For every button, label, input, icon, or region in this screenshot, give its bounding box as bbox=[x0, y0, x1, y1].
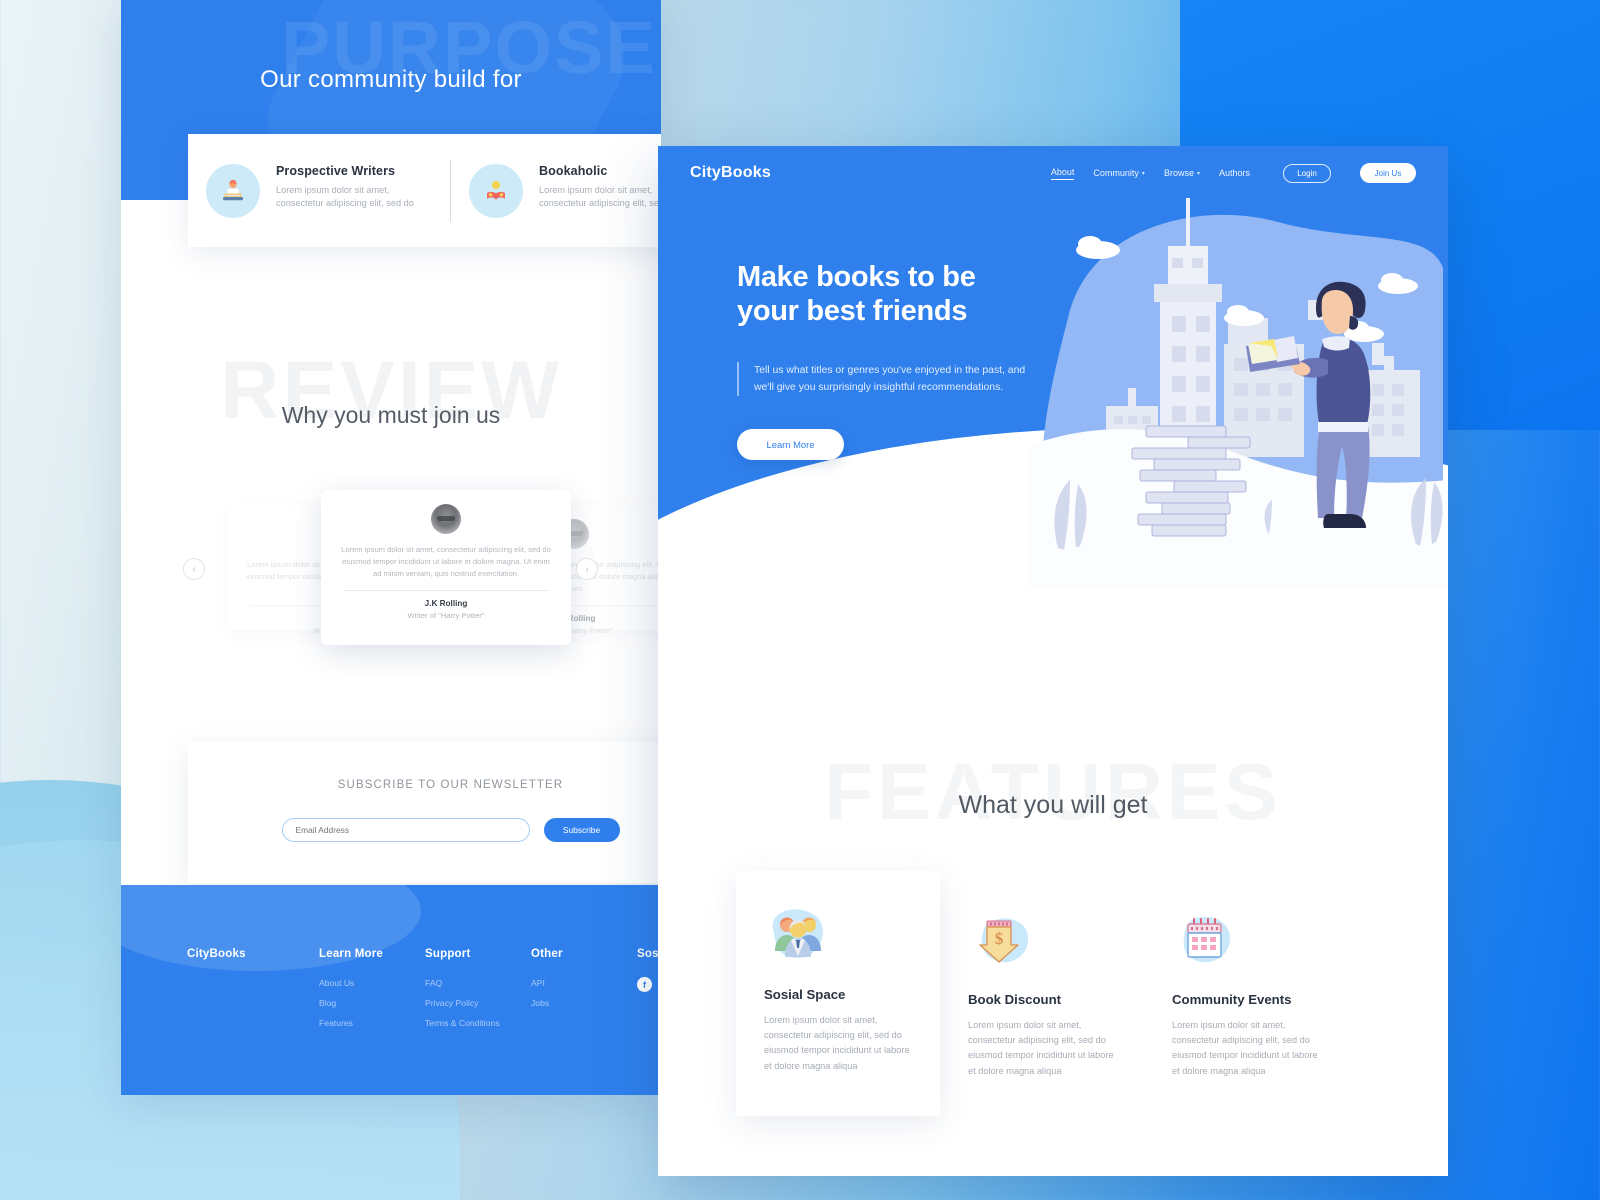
nav-item-label: About bbox=[1050, 166, 1075, 177]
logo-text[interactable]: CityBooks bbox=[690, 164, 771, 182]
hero-banner: CityBooks About Community ▾ Browse ▾ Aut… bbox=[658, 146, 1448, 706]
hero-copy: Make books to be your best friends Tell … bbox=[737, 261, 1067, 461]
learn-more-button[interactable]: Learn More bbox=[737, 429, 844, 461]
join-us-button[interactable]: Join Us bbox=[1360, 163, 1416, 183]
footer-column-heading: Learn More bbox=[319, 948, 383, 960]
features-card-list: Sosial Space Lorem ipsum dolor sit amet,… bbox=[736, 871, 1376, 1116]
feature-card-title: Community Events bbox=[1172, 992, 1292, 1007]
carousel-next-icon[interactable]: › bbox=[576, 558, 598, 580]
footer-link[interactable]: Features bbox=[319, 1018, 425, 1028]
purpose-item-desc: Lorem ipsum dolor sit amet, consectetur … bbox=[539, 184, 661, 208]
nav-item-community[interactable]: Community ▾ bbox=[1093, 168, 1145, 178]
nav-item-authors[interactable]: Authors bbox=[1219, 168, 1250, 178]
footer-link[interactable]: API bbox=[531, 978, 637, 988]
feature-card-title: Book Discount bbox=[968, 992, 1062, 1007]
man-reading-book-in-city-illustration bbox=[1028, 188, 1448, 588]
feature-card-desc: Lorem ipsum dolor sit amet, consectetur … bbox=[1172, 1020, 1318, 1076]
hero-title-line2: your best friends bbox=[737, 294, 968, 327]
footer-link[interactable]: FAQ bbox=[425, 978, 531, 988]
subscribe-button[interactable]: Subscribe bbox=[543, 818, 620, 842]
nav-item-label: Browse bbox=[1163, 168, 1194, 178]
newsletter-form: Subscribe bbox=[188, 818, 661, 842]
footer-column-other: Other API Jobs bbox=[531, 948, 637, 1028]
chevron-down-icon: ▾ bbox=[1196, 170, 1200, 177]
feature-card-desc: Lorem ipsum dolor sit amet, consectetur … bbox=[968, 1020, 1114, 1076]
purpose-item-title: Prospective Writers bbox=[276, 163, 396, 178]
divider bbox=[343, 590, 549, 592]
footer-brand-column: CityBooks bbox=[187, 948, 319, 1028]
purpose-card: Prospective Writers Lorem ipsum dolor si… bbox=[188, 134, 661, 247]
footer-link[interactable]: Terms & Conditions bbox=[425, 1018, 531, 1028]
back-page-footer: CityBooks Learn More About Us Blog Featu… bbox=[121, 885, 661, 1095]
avatar bbox=[431, 504, 461, 534]
testimonial-role: Writer of "Harry Potter" bbox=[407, 611, 485, 621]
purpose-item-writers[interactable]: Prospective Writers Lorem ipsum dolor si… bbox=[188, 163, 450, 218]
footer-column-support: Support FAQ Privacy Policy Terms & Condi… bbox=[425, 948, 531, 1028]
feature-card-book-discount[interactable]: $ Book Discount Lorem ipsum dolor sit am… bbox=[940, 876, 1144, 1116]
footer-brand: CityBooks bbox=[187, 948, 246, 960]
svg-text:$: $ bbox=[995, 929, 1004, 948]
review-heading: Why you must join us bbox=[281, 402, 501, 428]
feature-card-title: Sosial Space bbox=[764, 987, 846, 1002]
newsletter-card: SUBSCRIBE TO OUR NEWSLETTER Subscribe bbox=[188, 742, 661, 883]
feature-card-desc: Lorem ipsum dolor sit amet, consectetur … bbox=[764, 1015, 910, 1071]
nav-item-browse[interactable]: Browse ▾ bbox=[1164, 168, 1200, 178]
chevron-down-icon: ▾ bbox=[1141, 170, 1145, 177]
purpose-item-desc: Lorem ipsum dolor sit amet, consectetur … bbox=[276, 184, 414, 208]
review-section: REVIEW Why you must join us ‹ › Lorem ip… bbox=[121, 300, 661, 720]
login-button[interactable]: Login bbox=[1283, 163, 1331, 183]
footer-link[interactable]: Privacy Policy bbox=[425, 998, 531, 1008]
feature-card-social-space[interactable]: Sosial Space Lorem ipsum dolor sit amet,… bbox=[736, 871, 940, 1116]
email-input[interactable] bbox=[281, 818, 530, 842]
discount-arrow-icon: $ bbox=[968, 912, 1034, 972]
hero-title: Make books to be your best friends bbox=[737, 261, 1067, 329]
footer-column-learn-more: Learn More About Us Blog Features bbox=[319, 948, 425, 1028]
hero-title-line1: Make books to be bbox=[737, 261, 976, 293]
hero-subtitle: Tell us what titles or genres you've enj… bbox=[737, 361, 1032, 397]
reader-icon bbox=[469, 163, 523, 218]
footer-column-heading: Other bbox=[531, 948, 563, 960]
testimonial-card-active[interactable]: Lorem ipsum dolor sit amet, consectetur … bbox=[321, 490, 571, 645]
nav-item-label: Authors bbox=[1218, 168, 1250, 178]
footer-link[interactable]: About Us bbox=[319, 978, 425, 988]
nav-links: About Community ▾ Browse ▾ Authors Login… bbox=[1050, 163, 1416, 183]
footer-link[interactable]: Blog bbox=[319, 998, 425, 1008]
purpose-item-bookaholic[interactable]: Bookaholic Lorem ipsum dolor sit amet, c… bbox=[451, 163, 661, 218]
footer-link[interactable]: Jobs bbox=[531, 998, 637, 1008]
calendar-icon bbox=[1172, 912, 1238, 972]
testimonial-author: J.K Rolling bbox=[424, 599, 468, 609]
purpose-item-title: Bookaholic bbox=[539, 163, 608, 178]
back-page-screen: PURPOSE Our community build for Prospect… bbox=[121, 0, 661, 1095]
navbar: CityBooks About Community ▾ Browse ▾ Aut… bbox=[658, 146, 1448, 200]
people-group-icon bbox=[764, 907, 830, 967]
nav-item-about[interactable]: About bbox=[1050, 166, 1075, 180]
feature-card-community-events[interactable]: Community Events Lorem ipsum dolor sit a… bbox=[1144, 876, 1348, 1116]
features-heading: What you will get bbox=[958, 791, 1148, 819]
carousel-prev-icon[interactable]: ‹ bbox=[183, 558, 205, 580]
typewriter-icon bbox=[206, 163, 260, 218]
purpose-heading: Our community build for bbox=[260, 66, 522, 93]
facebook-icon[interactable]: f bbox=[637, 977, 652, 992]
footer-column-heading: Support bbox=[425, 948, 471, 960]
nav-item-label: Community bbox=[1093, 168, 1139, 178]
front-page-screen: CityBooks About Community ▾ Browse ▾ Aut… bbox=[658, 146, 1448, 1176]
testimonial-quote: Lorem ipsum dolor sit amet, consectetur … bbox=[341, 545, 551, 578]
newsletter-heading: SUBSCRIBE TO OUR NEWSLETTER bbox=[337, 779, 564, 791]
